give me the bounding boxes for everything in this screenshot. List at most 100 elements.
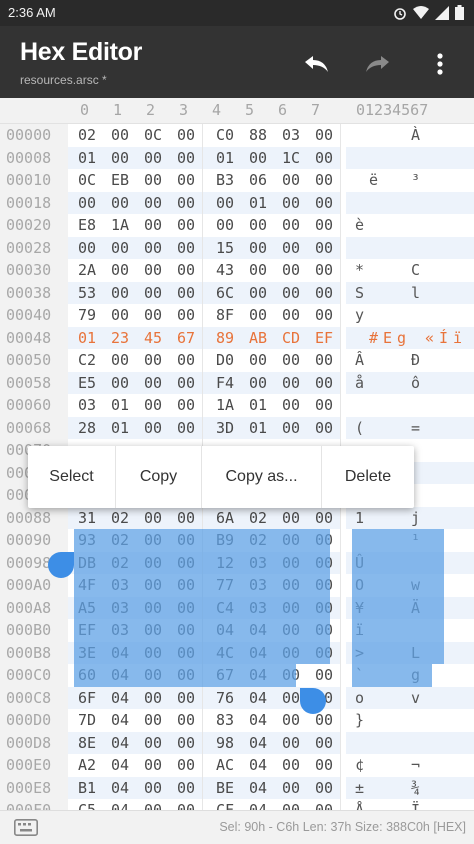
hex-row[interactable]: 00038 53 00 00 00 6C 00 00 00 Sl — [0, 281, 474, 305]
hex-row[interactable]: 00030 2A 00 00 00 43 00 00 00 * C — [0, 259, 474, 282]
ascii-column[interactable]: ë³ — [346, 169, 474, 192]
hex-byte[interactable]: 00 — [171, 282, 201, 305]
hex-byte[interactable]: 88 — [243, 124, 273, 147]
hex-byte[interactable]: B3 — [210, 169, 240, 192]
hex-byte[interactable]: 01 — [243, 394, 273, 417]
hex-byte[interactable]: 01 — [105, 394, 135, 417]
hex-byte[interactable]: 00 — [276, 192, 306, 215]
hex-byte[interactable]: 04 — [243, 687, 273, 710]
ascii-column[interactable]: è — [346, 214, 474, 237]
hex-byte[interactable]: 00 — [210, 192, 240, 215]
hex-byte[interactable]: 00 — [276, 799, 306, 810]
ascii-column[interactable]: À — [346, 124, 474, 147]
hex-byte[interactable]: 03 — [276, 124, 306, 147]
ascii-column[interactable] — [346, 394, 474, 417]
ascii-column[interactable]: y — [346, 304, 474, 327]
hex-byte[interactable]: 00 — [171, 147, 201, 170]
hex-byte[interactable]: 00 — [309, 349, 339, 372]
hex-byte[interactable]: 8F — [210, 304, 240, 327]
hex-row[interactable]: 00088 31 02 00 00 6A 02 00 00 1 j — [0, 506, 474, 530]
hex-byte[interactable]: 3D — [210, 417, 240, 440]
hex-row[interactable]: 000E8 B1 04 00 00 BE 04 00 00 ± ¾ — [0, 776, 474, 800]
hex-byte[interactable]: 04 — [243, 709, 273, 732]
hex-row[interactable]: 00018 00 00 00 00 00 01 00 00 — [0, 191, 474, 215]
hex-byte[interactable]: 03 — [72, 394, 102, 417]
hex-row[interactable]: 00028 00 00 00 00 15 00 00 00 — [0, 236, 474, 260]
ascii-column[interactable]: åô — [346, 372, 474, 395]
hex-byte[interactable]: 04 — [243, 777, 273, 800]
hex-byte[interactable]: 00 — [105, 349, 135, 372]
hex-byte[interactable]: 00 — [171, 417, 201, 440]
hex-byte[interactable]: 00 — [309, 304, 339, 327]
ascii-column[interactable]: 1j — [346, 507, 474, 530]
hex-byte[interactable]: 00 — [171, 394, 201, 417]
hex-byte[interactable]: 00 — [309, 192, 339, 215]
ascii-column[interactable]: } — [346, 709, 474, 732]
hex-row[interactable]: 000F0 C5 04 00 00 CF 04 00 00 Å Ï — [0, 799, 474, 810]
hex-byte[interactable]: 00 — [105, 192, 135, 215]
hex-byte[interactable]: 04 — [105, 709, 135, 732]
hex-byte[interactable]: 45 — [138, 327, 168, 350]
ascii-column[interactable] — [346, 732, 474, 755]
hex-byte[interactable]: 01 — [72, 147, 102, 170]
hex-row[interactable]: 00060 03 01 00 00 1A 01 00 00 — [0, 394, 474, 417]
hex-byte[interactable]: 00 — [138, 754, 168, 777]
hex-byte[interactable]: AB — [243, 327, 273, 350]
hex-byte[interactable]: 00 — [171, 237, 201, 260]
hex-byte[interactable]: 00 — [138, 507, 168, 530]
hex-byte[interactable]: 00 — [171, 169, 201, 192]
ascii-column[interactable] — [346, 147, 474, 170]
hex-byte[interactable]: 00 — [276, 349, 306, 372]
hex-byte[interactable]: 98 — [210, 732, 240, 755]
hex-byte[interactable]: 04 — [105, 754, 135, 777]
hex-byte[interactable]: C2 — [72, 349, 102, 372]
hex-byte[interactable]: 00 — [138, 372, 168, 395]
hex-row[interactable]: 000D0 7D 04 00 00 83 04 00 00} — [0, 709, 474, 732]
hex-byte[interactable]: 00 — [138, 687, 168, 710]
hex-byte[interactable]: 0C — [72, 169, 102, 192]
hex-byte[interactable]: 00 — [243, 282, 273, 305]
hex-byte[interactable]: 00 — [72, 192, 102, 215]
ascii-column[interactable]: # Eg «Íï — [346, 327, 474, 350]
hex-byte[interactable]: 15 — [210, 237, 240, 260]
ascii-column[interactable] — [346, 192, 474, 215]
hex-byte[interactable]: 00 — [138, 147, 168, 170]
hex-byte[interactable]: 00 — [138, 709, 168, 732]
hex-row[interactable]: 000D8 8E 04 00 00 98 04 00 00 — [0, 731, 474, 755]
hex-byte[interactable]: 00 — [138, 304, 168, 327]
hex-byte[interactable]: 00 — [309, 754, 339, 777]
hex-byte[interactable]: 00 — [138, 282, 168, 305]
hex-byte[interactable]: 00 — [138, 417, 168, 440]
hex-byte[interactable]: 1C — [276, 147, 306, 170]
hex-byte[interactable]: 00 — [138, 799, 168, 810]
hex-byte[interactable]: 00 — [243, 304, 273, 327]
hex-byte[interactable]: 00 — [309, 417, 339, 440]
hex-byte[interactable]: C0 — [210, 124, 240, 147]
ascii-column[interactable]: ÂÐ — [346, 349, 474, 372]
hex-row[interactable]: 00058 E5 00 00 00 F4 00 00 00 å ô — [0, 371, 474, 395]
ascii-column[interactable] — [346, 237, 474, 260]
hex-byte[interactable]: 00 — [210, 214, 240, 237]
hex-byte[interactable]: 28 — [72, 417, 102, 440]
hex-byte[interactable]: 2A — [72, 259, 102, 282]
hex-byte[interactable]: 00 — [276, 304, 306, 327]
hex-byte[interactable]: E8 — [72, 214, 102, 237]
hex-byte[interactable]: 00 — [105, 304, 135, 327]
hex-byte[interactable]: 00 — [309, 372, 339, 395]
ascii-column[interactable]: ¢ ¬ — [346, 754, 474, 777]
hex-byte[interactable]: B1 — [72, 777, 102, 800]
hex-byte[interactable]: 00 — [276, 214, 306, 237]
hex-byte[interactable]: 79 — [72, 304, 102, 327]
hex-byte[interactable]: 00 — [243, 259, 273, 282]
hex-byte[interactable]: 00 — [171, 372, 201, 395]
hex-byte[interactable]: F4 — [210, 372, 240, 395]
hex-byte[interactable]: 00 — [243, 237, 273, 260]
hex-byte[interactable]: 00 — [105, 372, 135, 395]
hex-byte[interactable]: 00 — [276, 417, 306, 440]
hex-byte[interactable]: 00 — [309, 259, 339, 282]
hex-byte[interactable]: 00 — [138, 259, 168, 282]
hex-byte[interactable]: 00 — [276, 282, 306, 305]
hex-byte[interactable]: 83 — [210, 709, 240, 732]
hex-byte[interactable]: 04 — [105, 687, 135, 710]
hex-byte[interactable]: 01 — [243, 417, 273, 440]
